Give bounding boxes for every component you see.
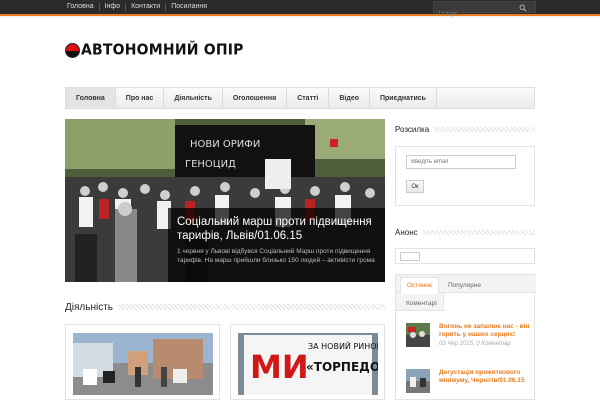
subscribe-widget: Ок — [395, 146, 535, 206]
logo-emblem-icon — [65, 42, 80, 58]
activity-card-image[interactable]: МИ ЗА НОВИЙ РИНОК «ТОРПЕДО» — [238, 333, 378, 395]
anons-select[interactable] — [400, 252, 420, 261]
main-nav: Головна Про нас Діяльність Оголошення Ст… — [65, 87, 535, 109]
logo-text: АВТОНОМНИЙ ОПІР — [81, 41, 244, 59]
topnav-item-home[interactable]: Головна — [62, 3, 100, 11]
post-title[interactable]: Вогонь не запалює нас - він горить у наш… — [439, 323, 531, 339]
email-field[interactable] — [406, 155, 516, 169]
anons-heading: Анонс — [395, 226, 535, 238]
subscribe-heading: Розсилка — [395, 123, 535, 135]
post-thumbnail[interactable] — [406, 323, 430, 347]
slider-title[interactable]: Соціальний марш проти підвищення тарифів… — [177, 215, 382, 243]
search-box — [433, 1, 536, 19]
site-header: АВТОНОМНИЙ ОПІР — [0, 18, 600, 82]
activity-card-image[interactable] — [73, 333, 213, 395]
tab-popular[interactable]: Популярне — [442, 278, 487, 293]
topnav-item-links[interactable]: Посилання — [166, 3, 212, 11]
banner-text-line3: «ТОРПЕДО» — [306, 360, 378, 374]
activity-card[interactable] — [65, 324, 220, 400]
list-item[interactable]: Вогонь не запалює нас - він горить у наш… — [406, 323, 531, 353]
posts-tabs-widget: Останнє Популярне Коментарі Вогонь не за… — [395, 274, 536, 400]
subscribe-heading-text: Розсилка — [395, 124, 430, 134]
nav-item-about[interactable]: Про нас — [116, 88, 165, 108]
banner-text-line2: ЗА НОВИЙ РИНОК — [308, 340, 378, 351]
post-thumbnail[interactable] — [406, 369, 430, 393]
list-item[interactable]: Дегустація прожиткового мінімуму, Черніг… — [406, 369, 531, 399]
activity-card[interactable]: МИ ЗА НОВИЙ РИНОК «ТОРПЕДО» — [230, 324, 385, 400]
heading-divider — [119, 304, 385, 310]
tab-latest[interactable]: Останнє — [400, 277, 440, 294]
anons-widget — [395, 248, 535, 264]
nav-item-home[interactable]: Головна — [66, 88, 116, 108]
topnav-item-info[interactable]: Інфо — [100, 3, 127, 11]
search-icon[interactable] — [519, 4, 527, 12]
activity-heading: Діяльність — [65, 300, 385, 314]
nav-item-announcements[interactable]: Оголошення — [223, 88, 288, 108]
topnav-item-contacts[interactable]: Контакти — [126, 3, 167, 11]
nav-item-activity[interactable]: Діяльність — [164, 88, 223, 108]
site-logo[interactable]: АВТОНОМНИЙ ОПІР — [65, 41, 244, 59]
subscribe-button[interactable]: Ок — [406, 180, 424, 193]
nav-item-articles[interactable]: Статті — [287, 88, 330, 108]
anons-heading-text: Анонс — [395, 227, 418, 237]
heading-divider — [434, 126, 535, 132]
top-bar: Головна Інфо Контакти Посилання — [0, 0, 600, 19]
activity-heading-text: Діяльність — [65, 301, 113, 313]
top-nav: Головна Інфо Контакти Посилання — [62, 0, 212, 14]
tab-comments[interactable]: Коментарі — [400, 296, 443, 311]
banner-text-mi: МИ — [250, 348, 309, 386]
nav-item-join[interactable]: Приєднатись — [370, 88, 437, 108]
svg-text:НОВИ ОРИФИ: НОВИ ОРИФИ — [190, 139, 260, 150]
post-meta: 03 Чер 2015, 0 Коментар — [439, 341, 511, 347]
nav-item-video[interactable]: Відео — [329, 88, 370, 108]
heading-divider — [422, 229, 535, 235]
slider-excerpt: 1 червня у Львові відбувся Соціальний Ма… — [177, 248, 375, 264]
slider-caption[interactable]: Соціальний марш проти підвищення тарифів… — [168, 208, 385, 282]
svg-text:ГЕНОЦИД: ГЕНОЦИД — [185, 159, 236, 170]
post-title[interactable]: Дегустація прожиткового мінімуму, Черніг… — [439, 369, 531, 385]
